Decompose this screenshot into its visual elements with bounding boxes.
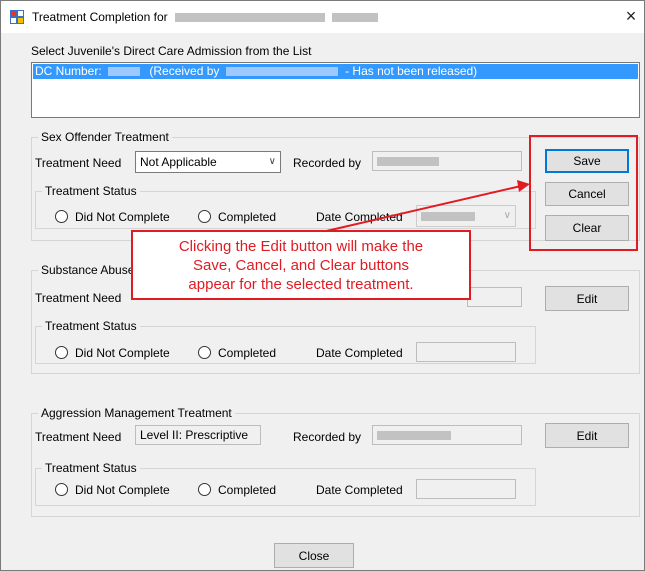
did-not-complete-radio[interactable] xyxy=(55,483,68,496)
completed-label: Completed xyxy=(218,210,277,224)
recorded-by-label: Recorded by xyxy=(293,156,362,170)
did-not-complete-radio[interactable] xyxy=(55,346,68,359)
admission-list-item[interactable]: DC Number: (Received by - Has not been r… xyxy=(33,64,638,79)
completed-radio[interactable] xyxy=(198,210,211,223)
date-completed-label: Date Completed xyxy=(316,346,403,360)
redacted-received-by xyxy=(225,67,338,77)
date-completed-label: Date Completed xyxy=(316,210,403,224)
app-icon xyxy=(10,10,24,24)
window-title: Treatment Completion for xyxy=(32,10,379,24)
admission-list-label: Select Juvenile's Direct Care Admission … xyxy=(31,44,312,58)
highlight-buttons-frame xyxy=(529,135,638,251)
did-not-complete-label: Did Not Complete xyxy=(75,210,170,224)
recorded-by-field xyxy=(372,151,522,171)
window-title-text: Treatment Completion for xyxy=(32,10,168,24)
redacted-juvenile-name xyxy=(174,13,325,23)
group-title: Aggression Management Treatment xyxy=(38,406,235,420)
did-not-complete-label: Did Not Complete xyxy=(75,483,170,497)
chevron-down-icon: ∨ xyxy=(503,210,511,221)
dc-number-label: DC Number: xyxy=(35,64,102,78)
date-completed-field[interactable] xyxy=(416,342,516,362)
treatment-need-label: Treatment Need xyxy=(35,156,122,170)
close-icon[interactable]: × xyxy=(621,6,641,26)
redacted-recorded-by xyxy=(377,431,451,441)
close-button[interactable]: Close xyxy=(274,543,354,568)
group-title: Treatment Status xyxy=(42,184,140,198)
recorded-by-label: Recorded by xyxy=(293,430,362,444)
date-completed-field[interactable] xyxy=(416,479,516,499)
redacted-recorded-by xyxy=(377,157,439,167)
completed-label: Completed xyxy=(218,483,277,497)
redacted-dc-number xyxy=(108,67,141,77)
group-title: Sex Offender Treatment xyxy=(38,130,172,144)
did-not-complete-radio[interactable] xyxy=(55,210,68,223)
treatment-need-field: Level II: Prescriptive xyxy=(135,425,261,445)
callout-note: Clicking the Edit button will make the S… xyxy=(131,230,471,300)
chevron-down-icon: ∨ xyxy=(268,156,276,167)
callout-line: appear for the selected treatment. xyxy=(188,276,414,293)
release-status-text: - Has not been released) xyxy=(345,64,478,78)
treatment-need-select[interactable]: Not Applicable ∨ xyxy=(135,151,281,173)
treatment-need-label: Treatment Need xyxy=(35,291,122,305)
recorded-by-field xyxy=(467,287,522,307)
admission-listbox[interactable]: DC Number: (Received by - Has not been r… xyxy=(31,62,640,118)
group-title: Substance Abuse xyxy=(38,263,138,277)
completed-radio[interactable] xyxy=(198,346,211,359)
edit-button[interactable]: Edit xyxy=(545,423,629,448)
date-completed-label: Date Completed xyxy=(316,483,403,497)
did-not-complete-label: Did Not Complete xyxy=(75,346,170,360)
title-bar: Treatment Completion for × xyxy=(1,1,644,33)
redacted-date xyxy=(421,212,475,222)
completed-label: Completed xyxy=(218,346,277,360)
group-title: Treatment Status xyxy=(42,319,140,333)
treatment-need-value: Not Applicable xyxy=(140,155,217,169)
edit-button[interactable]: Edit xyxy=(545,286,629,311)
callout-line: Save, Cancel, and Clear buttons xyxy=(193,257,409,274)
callout-line: Clicking the Edit button will make the xyxy=(178,238,424,255)
date-completed-picker[interactable]: ∨ xyxy=(416,205,516,227)
completed-radio[interactable] xyxy=(198,483,211,496)
group-title: Treatment Status xyxy=(42,461,140,475)
treatment-need-label: Treatment Need xyxy=(35,430,122,444)
received-by-label: (Received by xyxy=(149,64,220,78)
redacted-juvenile-id xyxy=(332,13,379,23)
recorded-by-field xyxy=(372,425,522,445)
